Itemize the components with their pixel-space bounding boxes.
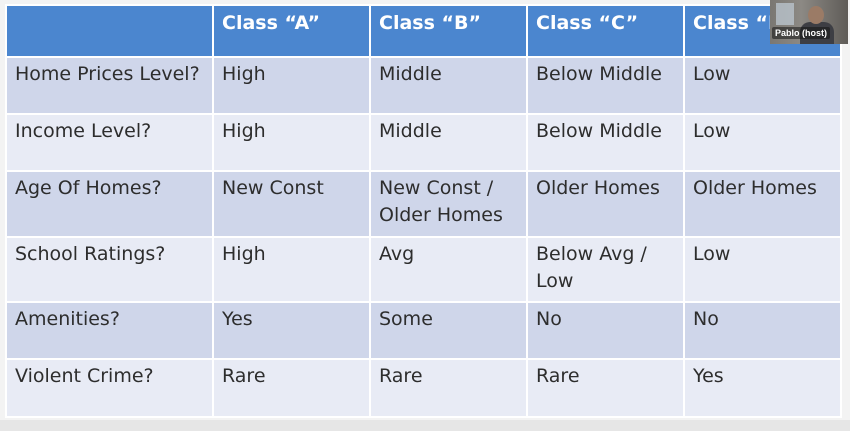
table-cell: Rare	[369, 358, 528, 418]
table-row: Violent Crime? Rare Rare Rare Yes	[5, 358, 842, 418]
table-cell: Yes	[212, 301, 371, 360]
table-cell: Low	[683, 56, 842, 115]
participant-name-label: Pablo (host)	[772, 27, 830, 39]
table-cell: Rare	[212, 358, 371, 418]
row-label: School Ratings?	[5, 236, 214, 303]
bottom-strip	[0, 420, 850, 431]
table-cell: High	[212, 236, 371, 303]
participant-head	[808, 6, 824, 24]
table-header-row: Class “A” Class “B” Class “C” Class “D”	[5, 4, 842, 58]
table-cell: Below Avg / Low	[526, 236, 685, 303]
table-cell: Middle	[369, 56, 528, 115]
header-class-a: Class “A”	[212, 4, 371, 58]
row-label: Amenities?	[5, 301, 214, 360]
table-cell: Some	[369, 301, 528, 360]
webcam-thumbnail[interactable]: Pablo (host)	[770, 0, 848, 44]
header-class-b: Class “B”	[369, 4, 528, 58]
table-cell: No	[526, 301, 685, 360]
header-class-c: Class “C”	[526, 4, 685, 58]
table-row: School Ratings? High Avg Below Avg / Low…	[5, 236, 842, 303]
table-cell: New Const / Older Homes	[369, 170, 528, 238]
table-cell: Older Homes	[683, 170, 842, 238]
table-row: Amenities? Yes Some No No	[5, 301, 842, 360]
table-row: Home Prices Level? High Middle Below Mid…	[5, 56, 842, 115]
row-label: Income Level?	[5, 113, 214, 172]
webcam-window-light	[776, 3, 794, 25]
row-label: Violent Crime?	[5, 358, 214, 418]
table-cell: Low	[683, 113, 842, 172]
presentation-slide: Class “A” Class “B” Class “C” Class “D” …	[0, 0, 850, 431]
table-cell: Yes	[683, 358, 842, 418]
row-label: Home Prices Level?	[5, 56, 214, 115]
table-row: Income Level? High Middle Below Middle L…	[5, 113, 842, 172]
table-cell: Below Middle	[526, 113, 685, 172]
table-cell: Middle	[369, 113, 528, 172]
table-cell: Avg	[369, 236, 528, 303]
table-cell: Rare	[526, 358, 685, 418]
table-cell: No	[683, 301, 842, 360]
table-cell: Older Homes	[526, 170, 685, 238]
table-cell: High	[212, 113, 371, 172]
comparison-table: Class “A” Class “B” Class “C” Class “D” …	[5, 4, 842, 418]
row-label: Age Of Homes?	[5, 170, 214, 238]
table-cell: Low	[683, 236, 842, 303]
table-cell: Below Middle	[526, 56, 685, 115]
table-row: Age Of Homes? New Const New Const / Olde…	[5, 170, 842, 238]
table-cell: New Const	[212, 170, 371, 238]
table-cell: High	[212, 56, 371, 115]
header-cell-blank	[5, 4, 214, 58]
